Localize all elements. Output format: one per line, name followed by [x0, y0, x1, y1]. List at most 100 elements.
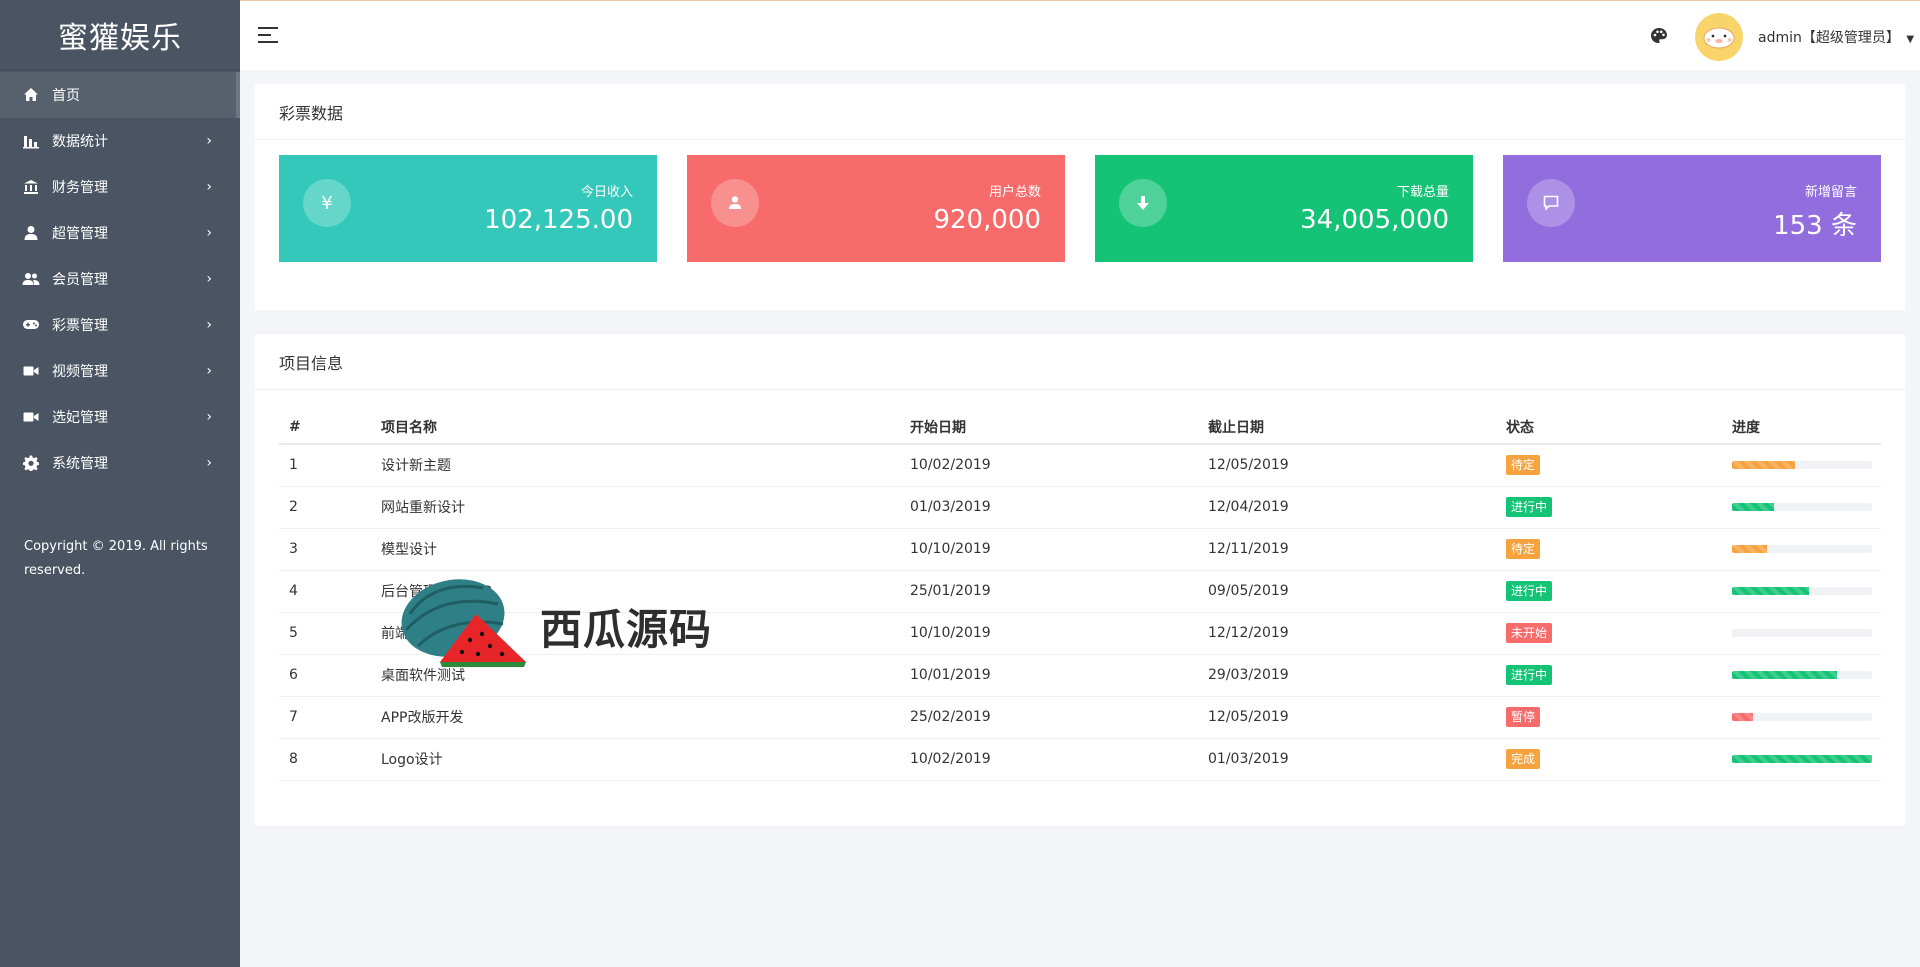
video-icon	[22, 362, 40, 380]
sidebar: 蜜獾娱乐 首页 数据统计 › 财务管理 › 超管管理 › 会员管理 › 彩票管理…	[0, 0, 240, 967]
start-date: 25/01/2019	[900, 570, 1198, 613]
table-row: 5 前端设计 10/10/2019 12/12/2019 未开始	[279, 612, 1881, 655]
chevron-right-icon: ›	[206, 271, 212, 287]
progress-fill	[1732, 587, 1809, 595]
yen-icon: ¥	[303, 179, 351, 227]
chevron-right-icon: ›	[206, 363, 212, 379]
user-name-label: admin【超级管理员】	[1758, 30, 1900, 46]
stat-label: 下载总量	[1396, 185, 1449, 200]
project-name: 模型设计	[371, 528, 900, 571]
status-badge: 待定	[1506, 539, 1541, 559]
stat-label: 用户总数	[988, 185, 1041, 200]
bar-chart-icon	[22, 132, 40, 150]
comment-icon	[1527, 179, 1575, 227]
brand-logo[interactable]: 蜜獾娱乐	[0, 0, 240, 70]
stat-total-downloads: 下载总量 34,005,000	[1095, 155, 1473, 262]
stat-label: 今日收入	[580, 185, 633, 200]
stat-new-messages: 新增留言 153 条	[1503, 155, 1881, 262]
table-row: 3 模型设计 10/10/2019 12/11/2019 待定	[279, 528, 1881, 571]
sidebar-item-label: 视频管理	[52, 364, 108, 380]
table-row: 6 桌面软件测试 10/01/2019 29/03/2019 进行中	[279, 654, 1881, 697]
sidebar-item-finance[interactable]: 财务管理 ›	[0, 164, 240, 210]
progress-fill	[1732, 755, 1872, 763]
sidebar-item-home[interactable]: 首页	[0, 72, 240, 118]
chevron-right-icon: ›	[206, 317, 212, 333]
project-info-card: 项目信息 # 项目名称 开始日期 截止日期 状态 进度 1 设计新主题 10/02/…	[255, 334, 1905, 826]
progress-bar	[1732, 755, 1872, 763]
status-badge: 未开始	[1506, 623, 1553, 643]
row-number: 3	[279, 528, 371, 571]
status-badge: 完成	[1506, 749, 1541, 769]
chevron-right-icon: ›	[206, 179, 212, 195]
project-name: 后台管理系统APP	[371, 570, 900, 613]
sidebar-item-concubine[interactable]: 选妃管理 ›	[0, 394, 240, 440]
project-name: APP改版开发	[371, 696, 900, 739]
sidebar-item-label: 彩票管理	[52, 318, 108, 334]
end-date: 09/05/2019	[1198, 570, 1496, 613]
status-badge: 暂停	[1506, 707, 1541, 727]
end-date: 29/03/2019	[1198, 654, 1496, 697]
user-menu[interactable]: admin【超级管理员】 ▼	[1758, 27, 1914, 47]
progress-bar	[1732, 713, 1872, 721]
stat-value: 920,000	[933, 205, 1041, 235]
end-date: 12/05/2019	[1198, 696, 1496, 739]
card-title: 项目信息	[255, 334, 1905, 390]
row-number: 7	[279, 696, 371, 739]
user-icon	[22, 224, 40, 242]
chevron-right-icon: ›	[206, 225, 212, 241]
avatar[interactable]	[1695, 13, 1743, 61]
caret-down-icon: ▼	[1906, 34, 1915, 45]
chevron-right-icon: ›	[206, 133, 212, 149]
status-badge: 进行中	[1506, 497, 1553, 517]
end-date: 12/04/2019	[1198, 486, 1496, 529]
stat-today-income: ¥ 今日收入 102,125.00	[279, 155, 657, 262]
row-number: 8	[279, 738, 371, 781]
table-row: 2 网站重新设计 01/03/2019 12/04/2019 进行中	[279, 486, 1881, 529]
topbar: admin【超级管理员】 ▼	[240, 0, 1920, 70]
chevron-right-icon: ›	[206, 455, 212, 471]
progress-fill	[1732, 545, 1767, 553]
lottery-data-card: 彩票数据 ¥ 今日收入 102,125.00 用户总数 920,000 下载总量…	[255, 84, 1905, 310]
row-number: 2	[279, 486, 371, 529]
status-badge: 待定	[1506, 455, 1541, 476]
chevron-right-icon: ›	[206, 409, 212, 425]
palette-icon[interactable]	[1650, 27, 1668, 45]
progress-bar	[1732, 587, 1872, 595]
project-name: 网站重新设计	[371, 486, 900, 529]
sidebar-item-members[interactable]: 会员管理 ›	[0, 256, 240, 302]
status-badge: 进行中	[1506, 665, 1553, 685]
start-date: 10/02/2019	[900, 444, 1198, 487]
end-date: 12/05/2019	[1198, 444, 1496, 487]
sidebar-item-video[interactable]: 视频管理 ›	[0, 348, 240, 394]
sidebar-item-label: 系统管理	[52, 456, 108, 472]
sidebar-item-lottery[interactable]: 彩票管理 ›	[0, 302, 240, 348]
progress-bar	[1732, 671, 1872, 679]
menu-toggle-icon[interactable]	[258, 27, 278, 43]
stat-value: 102,125.00	[484, 205, 633, 235]
sidebar-item-data-stats[interactable]: 数据统计 ›	[0, 118, 240, 164]
start-date: 10/10/2019	[900, 612, 1198, 655]
users-icon	[22, 270, 40, 288]
row-number: 1	[279, 444, 371, 487]
sidebar-item-super-admin[interactable]: 超管管理 ›	[0, 210, 240, 256]
column-header: #	[279, 410, 371, 445]
user-icon	[711, 179, 759, 227]
video-icon	[22, 408, 40, 426]
row-number: 4	[279, 570, 371, 613]
status-badge: 进行中	[1506, 581, 1553, 601]
project-name: Logo设计	[371, 738, 900, 781]
progress-fill	[1732, 671, 1837, 679]
sidebar-item-label: 首页	[52, 88, 80, 104]
stat-total-users: 用户总数 920,000	[687, 155, 1065, 262]
sidebar-item-label: 会员管理	[52, 272, 108, 288]
column-header: 项目名称	[371, 410, 900, 445]
column-header: 进度	[1722, 410, 1881, 445]
sidebar-item-system[interactable]: 系统管理 ›	[0, 440, 240, 486]
end-date: 12/11/2019	[1198, 528, 1496, 571]
copyright-text: Copyright © 2019. All rights reserved.	[24, 539, 208, 578]
project-name: 桌面软件测试	[371, 654, 900, 697]
table-row: 1 设计新主题 10/02/2019 12/05/2019 待定	[279, 444, 1881, 487]
home-icon	[22, 86, 40, 104]
column-header: 截止日期	[1198, 410, 1496, 445]
bank-icon	[22, 178, 40, 196]
